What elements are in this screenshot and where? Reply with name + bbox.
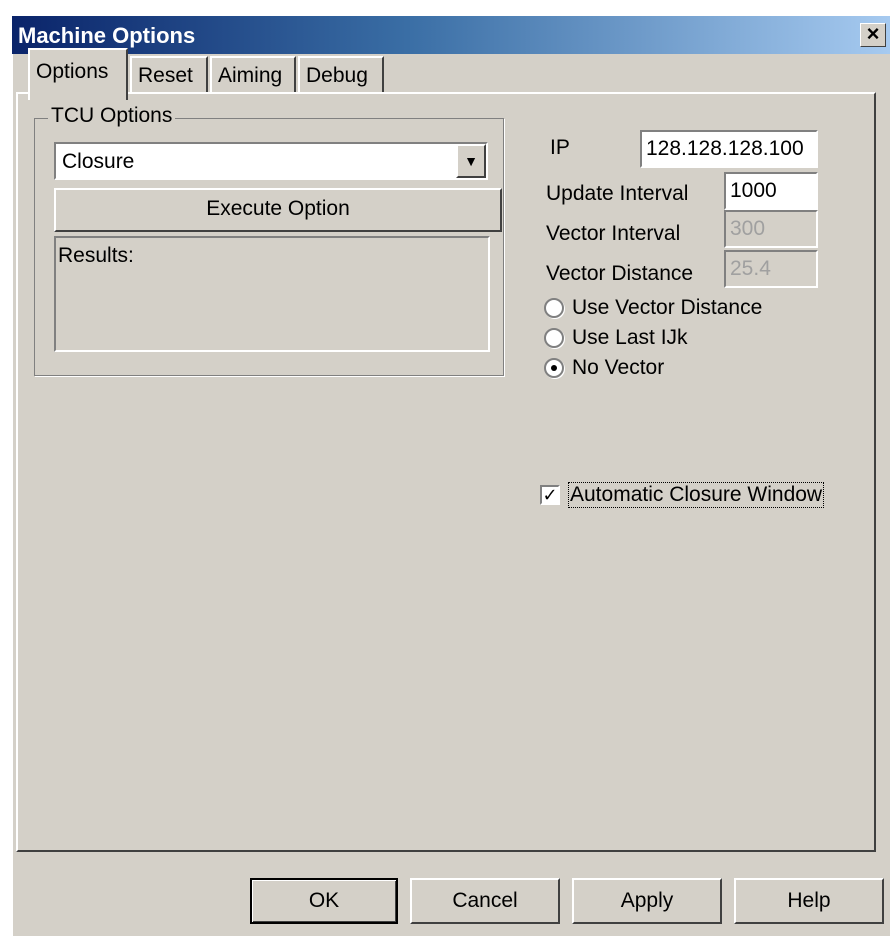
radio-circle-icon[interactable]: [544, 328, 564, 348]
radio-use-vector-distance-label: Use Vector Distance: [572, 296, 763, 319]
apply-button[interactable]: Apply: [572, 878, 722, 924]
checkmark-icon[interactable]: ✓: [540, 485, 560, 505]
update-interval-label: Update Interval: [546, 182, 689, 205]
close-button[interactable]: ×: [860, 23, 886, 47]
cancel-button-label: Cancel: [452, 889, 518, 912]
vector-interval-label: Vector Interval: [546, 222, 681, 245]
tab-aiming-label: Aiming: [218, 64, 283, 87]
radio-no-vector-label: No Vector: [572, 356, 665, 379]
tab-debug-label: Debug: [306, 64, 368, 87]
tcu-options-group-label: TCU Options: [48, 104, 176, 128]
window-title: Machine Options: [18, 23, 196, 48]
update-interval-input[interactable]: 1000: [724, 172, 818, 210]
automatic-closure-window-label: Automatic Closure Window: [568, 482, 825, 508]
vector-distance-input[interactable]: 25.4: [724, 250, 818, 288]
help-button-label: Help: [787, 889, 831, 912]
update-interval-value: 1000: [730, 179, 777, 202]
tab-aiming[interactable]: Aiming: [210, 56, 296, 94]
title-bar[interactable]: Machine Options ×: [12, 16, 890, 54]
vector-interval-input[interactable]: 300: [724, 210, 818, 248]
results-box: Results:: [54, 236, 490, 352]
radio-use-last-ijk-label: Use Last IJk: [572, 326, 688, 349]
vector-interval-value: 300: [730, 217, 766, 240]
radio-use-last-ijk[interactable]: Use Last IJk: [544, 326, 688, 350]
apply-button-label: Apply: [620, 889, 674, 912]
tab-options-label: Options: [36, 60, 109, 83]
radio-no-vector[interactable]: No Vector: [544, 356, 664, 380]
execute-option-button[interactable]: Execute Option: [54, 188, 502, 232]
cancel-button[interactable]: Cancel: [410, 878, 560, 924]
tcu-option-selected-value: Closure: [62, 150, 135, 173]
tab-options[interactable]: Options: [28, 48, 128, 100]
ip-input[interactable]: 128.128.128.100: [640, 130, 818, 168]
results-label: Results:: [58, 244, 134, 267]
close-icon: ×: [866, 21, 880, 46]
tcu-option-select[interactable]: Closure ▼: [54, 142, 488, 180]
ok-button-label: OK: [308, 889, 340, 912]
radio-circle-icon[interactable]: [544, 298, 564, 318]
dropdown-arrow-icon[interactable]: ▼: [456, 144, 486, 178]
radio-use-vector-distance[interactable]: Use Vector Distance: [544, 296, 762, 320]
ip-value: 128.128.128.100: [646, 137, 804, 160]
vector-distance-label: Vector Distance: [546, 262, 694, 285]
tab-reset-label: Reset: [138, 64, 193, 87]
ip-label: IP: [550, 136, 570, 159]
automatic-closure-window-checkbox[interactable]: ✓ Automatic Closure Window: [540, 482, 825, 508]
vector-distance-value: 25.4: [730, 257, 771, 280]
tab-reset[interactable]: Reset: [130, 56, 208, 94]
radio-selected-icon[interactable]: [544, 358, 564, 378]
help-button[interactable]: Help: [734, 878, 884, 924]
ok-button[interactable]: OK: [250, 878, 398, 924]
tab-debug[interactable]: Debug: [298, 56, 384, 94]
execute-option-button-label: Execute Option: [206, 197, 350, 220]
